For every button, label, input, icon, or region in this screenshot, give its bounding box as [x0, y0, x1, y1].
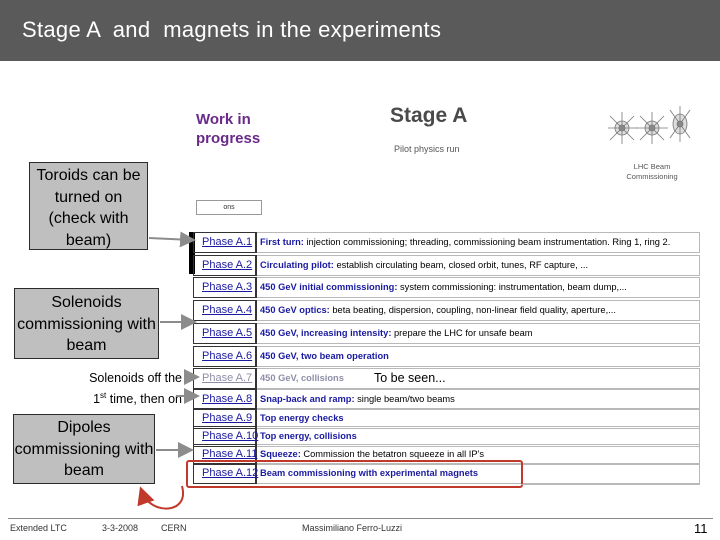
table-row: Phase A.3 450 GeV initial commissioning:…: [193, 277, 700, 298]
phase-title: 450 GeV initial commissioning:: [260, 282, 398, 292]
footer-date: 3-3-2008: [102, 523, 139, 533]
phase-title: 450 GeV, two beam operation: [260, 351, 389, 361]
note-line-2: time, then on: [106, 392, 182, 407]
table-row: Phase A.6 450 GeV, two beam operation: [193, 346, 700, 367]
table-row: Phase A.2 Circulating pilot: establish c…: [193, 255, 700, 276]
phase-detail: prepare the LHC for unsafe beam: [391, 328, 533, 338]
phase-title: 450 GeV, collisions: [260, 373, 344, 383]
phase-detail: beta beating, dispersion, coupling, non-…: [329, 305, 616, 315]
phase-link[interactable]: Phase A.1: [193, 232, 257, 253]
work-in-progress-label: Work in progress: [196, 110, 260, 148]
lhc-figures-image: [608, 106, 691, 144]
note-ordinal: 1: [93, 392, 101, 407]
phase-link[interactable]: Phase A.6: [193, 346, 257, 367]
footer-organization: CERN: [161, 523, 187, 533]
phase-link[interactable]: Phase A.4: [193, 300, 257, 321]
phase-title: Top energy checks: [260, 413, 344, 423]
toroids-callout: Toroids can be turned on (check with bea…: [29, 162, 148, 250]
phase-title: Squeeze:: [260, 449, 301, 459]
slide-title: Stage A and magnets in the experiments: [22, 17, 442, 42]
table-bottom-line: [521, 484, 700, 485]
solenoids-off-note: Solenoids off the 1st time, then on: [66, 370, 182, 408]
footer-conference: Extended LTC: [10, 523, 67, 533]
phase-title: 450 GeV, increasing intensity:: [260, 328, 392, 338]
table-header-fragment: ons: [196, 200, 262, 215]
stage-subtitle: Pilot physics run: [394, 144, 460, 154]
phase-detail: Commission the betatron squeeze in all I…: [300, 449, 484, 459]
table-row: Phase A.5 450 GeV, increasing intensity:…: [193, 323, 700, 344]
dipoles-curved-arrow: [137, 485, 185, 510]
phase-link[interactable]: Phase A.7: [193, 368, 257, 389]
phase-link[interactable]: Phase A.2: [193, 255, 257, 276]
phase-title: Circulating pilot:: [260, 260, 334, 270]
highlight-box-phase-a12: [186, 460, 523, 488]
footer-author: Massimiliano Ferro-Luzzi: [302, 523, 403, 533]
wip-line-1: Work in: [196, 111, 251, 128]
table-row: Phase A.4 450 GeV optics: beta beating, …: [193, 300, 700, 321]
phase-link[interactable]: Phase A.8: [193, 389, 257, 410]
phase-description: 450 GeV, two beam operation: [257, 346, 700, 367]
phase-detail: system commissioning: instrumentation, b…: [397, 282, 627, 292]
phase-title: Top energy, collisions: [260, 431, 357, 441]
phase-description: 450 GeV, collisions: [257, 368, 700, 389]
page-number: 11: [694, 521, 708, 536]
phase-detail: single beam/two beams: [354, 394, 455, 404]
note-line-1: Solenoids off the: [89, 371, 182, 385]
table-row: Phase A.8 Snap-back and ramp: single bea…: [193, 389, 700, 410]
phase-detail: establish circulating beam, closed orbit…: [333, 260, 589, 270]
table-row: Phase A.1 First turn: injection commissi…: [193, 232, 700, 253]
phase-detail: injection commissioning; threading, comm…: [303, 237, 671, 247]
phase-link[interactable]: Phase A.5: [193, 323, 257, 344]
dipoles-callout: Dipoles commissioning with beam: [13, 414, 155, 484]
phase-title: First turn:: [260, 237, 304, 247]
phase-description: 450 GeV optics: beta beating, dispersion…: [257, 300, 700, 321]
footer-divider: [8, 518, 713, 519]
phase-title: 450 GeV optics:: [260, 305, 330, 315]
phase-description: Snap-back and ramp: single beam/two beam…: [257, 389, 700, 410]
to-be-seen-note: To be seen...: [374, 371, 446, 385]
phase-title: Snap-back and ramp:: [260, 394, 355, 404]
phase-description: 450 GeV, increasing intensity: prepare t…: [257, 323, 700, 344]
phase-link[interactable]: Phase A.3: [193, 277, 257, 298]
toroids-arrow: [148, 231, 196, 248]
wip-line-2: progress: [196, 130, 261, 147]
phase-description: Circulating pilot: establish circulating…: [257, 255, 700, 276]
table-row: Phase A.7 450 GeV, collisions: [193, 368, 700, 389]
phase-description: 450 GeV initial commissioning: system co…: [257, 277, 700, 298]
stage-title: Stage A: [390, 104, 468, 127]
phase-description: First turn: injection commissioning; thr…: [257, 232, 700, 253]
lhc-caption: LHC Beam Commissioning: [626, 162, 678, 181]
title-bar: Stage A and magnets in the experiments: [0, 0, 720, 61]
solenoids-callout: Solenoids commissioning with beam: [14, 288, 159, 359]
